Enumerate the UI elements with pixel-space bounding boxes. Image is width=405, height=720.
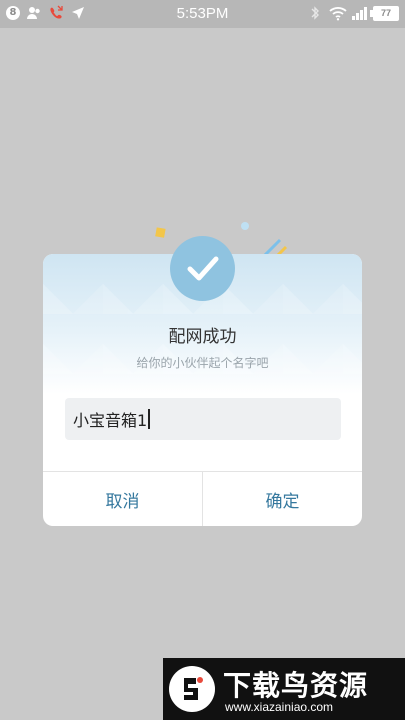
bluetooth-icon bbox=[307, 5, 323, 21]
device-name-input[interactable]: 小宝音箱1 bbox=[65, 398, 341, 440]
wifi-icon bbox=[329, 5, 347, 21]
watermark-url: www.xiazainiao.com bbox=[225, 700, 334, 714]
dialog-title: 配网成功 bbox=[168, 327, 237, 347]
confirm-button[interactable]: 确定 bbox=[203, 472, 362, 526]
success-check-icon bbox=[170, 236, 235, 301]
name-device-dialog: 配网成功 给你的小伙伴起个名字吧 小宝音箱1 取消 确定 bbox=[43, 236, 362, 526]
status-bar: 8 5:53PM 77 bbox=[0, 0, 405, 28]
signal-strength-icon bbox=[351, 5, 367, 21]
cancel-button[interactable]: 取消 bbox=[43, 472, 202, 526]
text-cursor bbox=[148, 409, 151, 429]
watermark-logo bbox=[169, 666, 215, 712]
watermark-banner: 下载鸟资源 www.xiazainiao.com bbox=[163, 658, 405, 720]
status-right: 77 bbox=[307, 5, 399, 21]
battery-icon: 77 bbox=[370, 5, 399, 21]
dialog-subtitle: 给你的小伙伴起个名字吧 bbox=[136, 356, 269, 370]
device-name-value: 小宝音箱1 bbox=[73, 411, 148, 430]
watermark-title: 下载鸟资源 bbox=[223, 669, 369, 702]
